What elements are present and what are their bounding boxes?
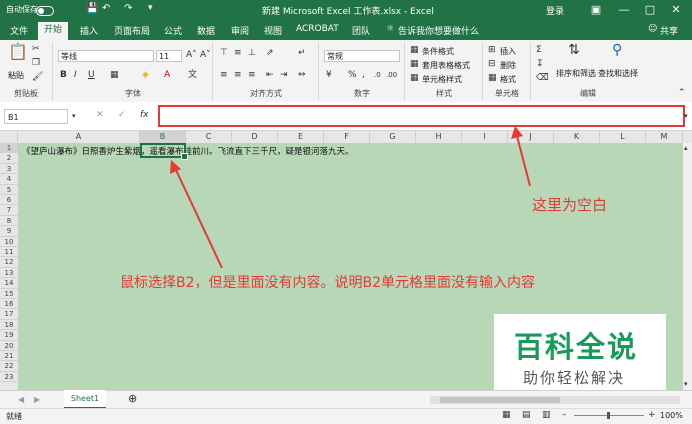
cell-empty-note: 鼠标选择B2，但是里面没有内容。说明B2单元格里面没有输入内容 <box>120 275 536 291</box>
page-break-view-icon[interactable]: ▥ <box>542 410 551 421</box>
formula-empty-note: 这里为空白 <box>532 196 608 214</box>
arrow-to-cell <box>175 169 223 269</box>
status-bar: 就绪 ▦ ▤ ▥ – + 100% <box>0 408 692 424</box>
normal-view-icon[interactable]: ▦ <box>502 410 511 421</box>
horizontal-scrollbar[interactable] <box>430 396 680 404</box>
watermark-subtitle: 助你轻松解决 <box>523 369 626 387</box>
zoom-in-icon[interactable]: + <box>648 410 656 421</box>
next-sheet-icon[interactable]: ▶ <box>34 394 40 405</box>
new-sheet-icon[interactable]: ⊕ <box>128 393 137 404</box>
arrow-to-formula-bar <box>516 135 531 187</box>
watermark-title: 百科全说 <box>514 330 639 364</box>
sheet-tab-sheet1[interactable]: Sheet1 <box>64 390 106 409</box>
arrowhead-formula <box>511 126 523 139</box>
watermark: 百科全说 助你轻松解决 <box>494 314 666 396</box>
prev-sheet-icon[interactable]: ◀ <box>18 394 24 405</box>
zoom-slider[interactable] <box>574 412 644 419</box>
status-ready: 就绪 <box>6 412 22 421</box>
zoom-level: 100% <box>660 411 683 420</box>
horizontal-scroll-thumb[interactable] <box>440 397 560 403</box>
arrowhead-cell <box>170 160 181 174</box>
page-layout-view-icon[interactable]: ▤ <box>522 410 531 421</box>
zoom-out-icon[interactable]: – <box>562 410 567 421</box>
zoom-slider-thumb[interactable] <box>607 412 610 419</box>
